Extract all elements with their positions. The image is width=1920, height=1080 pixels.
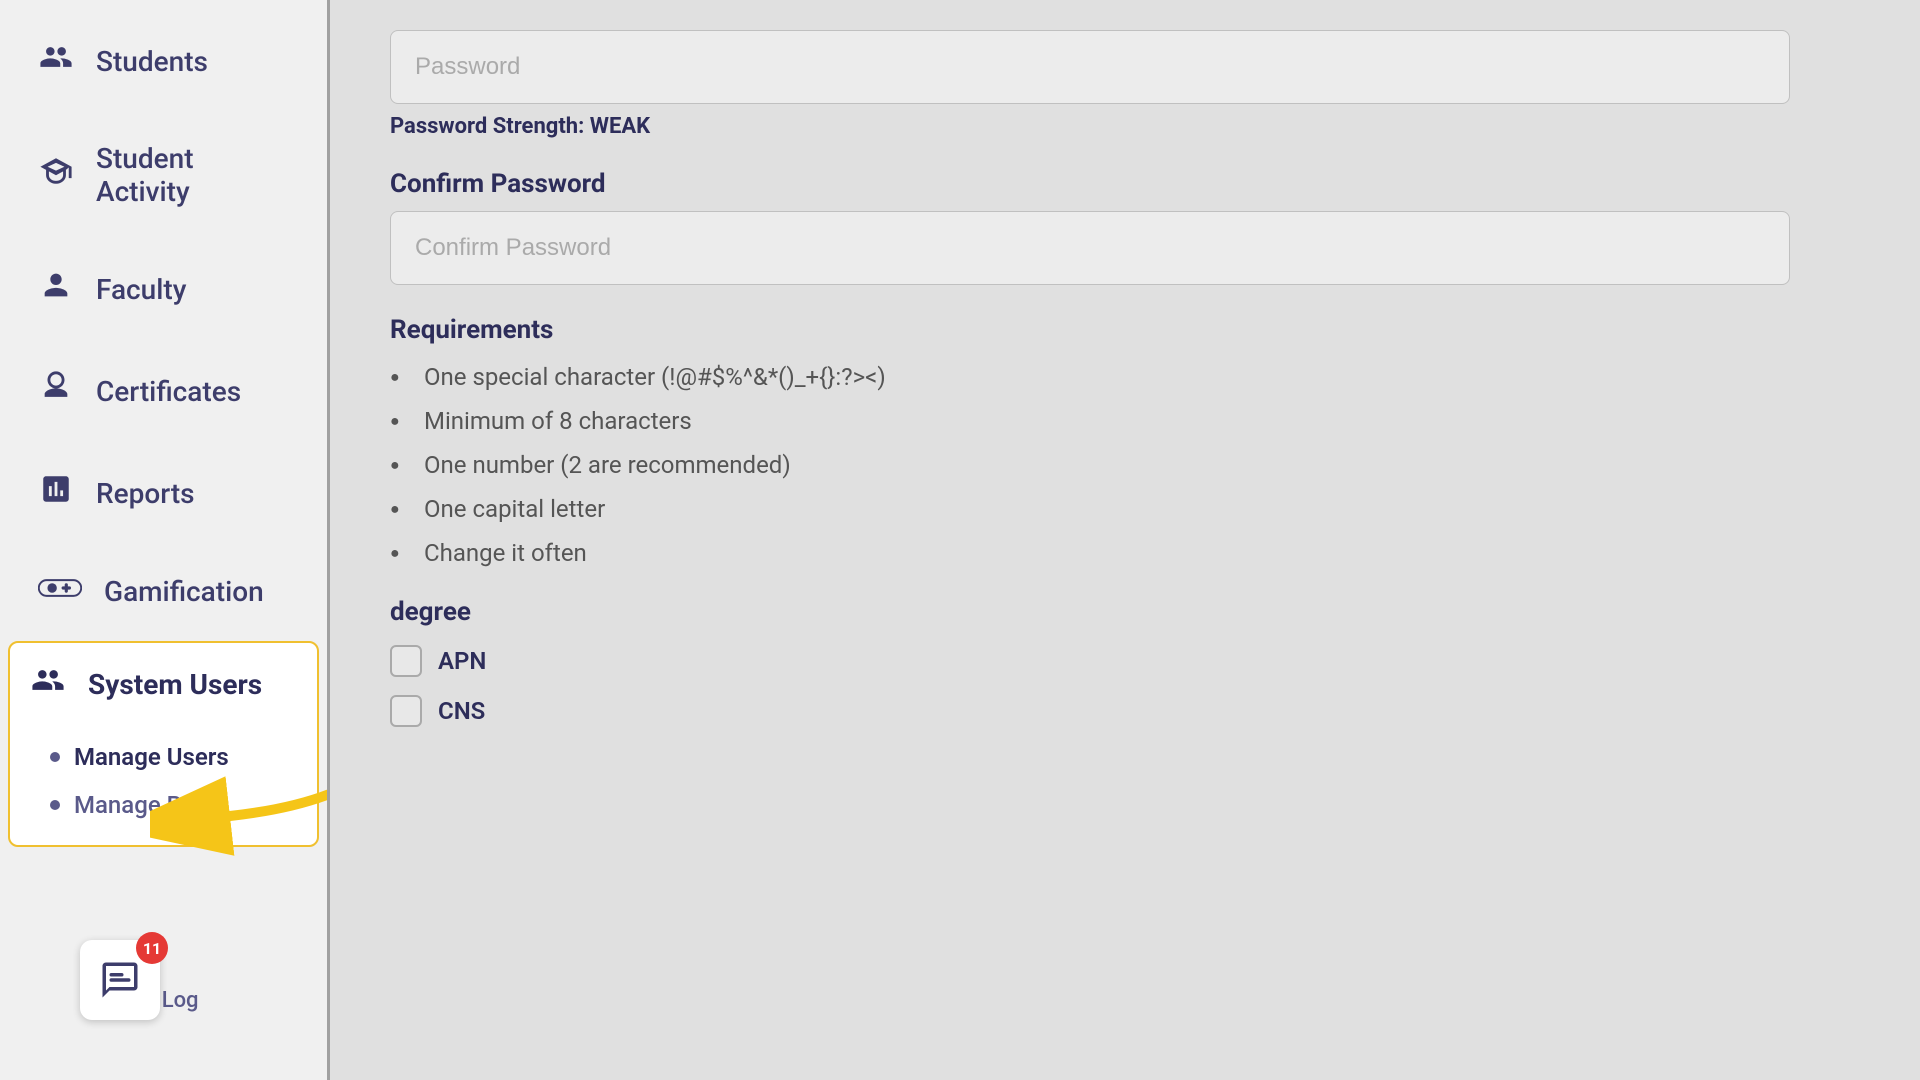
confirm-password-label: Confirm Password: [390, 169, 1790, 199]
degree-checkbox-group: APN CNS: [390, 645, 1790, 727]
requirement-item-3: One number (2 are recommended): [390, 451, 1790, 479]
sidebar-item-student-activity[interactable]: Student Activity: [8, 114, 319, 236]
manage-users-label: Manage Users: [74, 743, 229, 771]
sidebar-item-certificates[interactable]: Certificates: [8, 342, 319, 440]
requirements-list: One special character (!@#$%^&*()_+{}:?>…: [390, 363, 1790, 567]
chat-widget[interactable]: 11: [80, 940, 160, 1020]
main-content: Password Strength: WEAK Confirm Password…: [330, 0, 1920, 1080]
sidebar-item-students-label: Students: [96, 45, 208, 78]
cns-label: CNS: [438, 697, 485, 725]
notification-badge: 11: [136, 932, 168, 964]
requirement-item-5: Change it often: [390, 539, 1790, 567]
requirements-title: Requirements: [390, 315, 1790, 345]
faculty-icon: [38, 268, 74, 310]
system-users-label: System Users: [88, 668, 262, 701]
sidebar-item-faculty-label: Faculty: [96, 273, 186, 306]
confirm-password-field-group: Confirm Password: [390, 169, 1790, 285]
manage-roles-label: Manage Roles: [74, 791, 227, 819]
requirement-item-4: One capital letter: [390, 495, 1790, 523]
degree-option-apn[interactable]: APN: [390, 645, 1790, 677]
manage-roles-bullet: [50, 800, 60, 810]
cns-checkbox[interactable]: [390, 695, 422, 727]
degree-section: degree APN CNS: [390, 597, 1790, 727]
certificates-icon: [38, 370, 74, 412]
students-icon: [38, 40, 74, 82]
sidebar-subitem-manage-users[interactable]: Manage Users: [50, 737, 297, 777]
sidebar-item-system-users[interactable]: System Users Manage Users Manage Roles: [8, 641, 319, 847]
requirements-section: Requirements One special character (!@#$…: [390, 315, 1790, 567]
sidebar-item-faculty[interactable]: Faculty: [8, 240, 319, 338]
apn-label: APN: [438, 647, 486, 675]
form-section: Password Strength: WEAK Confirm Password…: [390, 30, 1790, 727]
sidebar-item-student-activity-label: Student Activity: [96, 142, 289, 208]
sidebar: Students Student Activity Faculty Certif…: [0, 0, 330, 1080]
confirm-password-input[interactable]: [390, 211, 1790, 285]
degree-option-cns[interactable]: CNS: [390, 695, 1790, 727]
password-strength-indicator: Password Strength: WEAK: [390, 114, 1790, 139]
apn-checkbox[interactable]: [390, 645, 422, 677]
system-users-header: System Users: [30, 663, 262, 705]
reports-icon: [38, 472, 74, 514]
sidebar-item-certificates-label: Certificates: [96, 375, 241, 408]
requirement-item-2: Minimum of 8 characters: [390, 407, 1790, 435]
sidebar-item-gamification[interactable]: Gamification: [8, 546, 319, 637]
system-users-subitems: Manage Users Manage Roles: [30, 737, 297, 825]
sidebar-subitem-manage-roles[interactable]: Manage Roles: [50, 785, 297, 825]
gamification-icon: [38, 574, 82, 609]
system-users-icon: [30, 663, 66, 705]
degree-title: degree: [390, 597, 1790, 627]
password-field-group: Password Strength: WEAK: [390, 30, 1790, 139]
requirement-item-1: One special character (!@#$%^&*()_+{}:?>…: [390, 363, 1790, 391]
sidebar-item-reports-label: Reports: [96, 477, 195, 510]
sidebar-item-gamification-label: Gamification: [104, 575, 264, 608]
sidebar-item-reports[interactable]: Reports: [8, 444, 319, 542]
student-activity-icon: [38, 154, 74, 196]
manage-users-bullet: [50, 752, 60, 762]
password-input[interactable]: [390, 30, 1790, 104]
sidebar-item-students[interactable]: Students: [8, 12, 319, 110]
